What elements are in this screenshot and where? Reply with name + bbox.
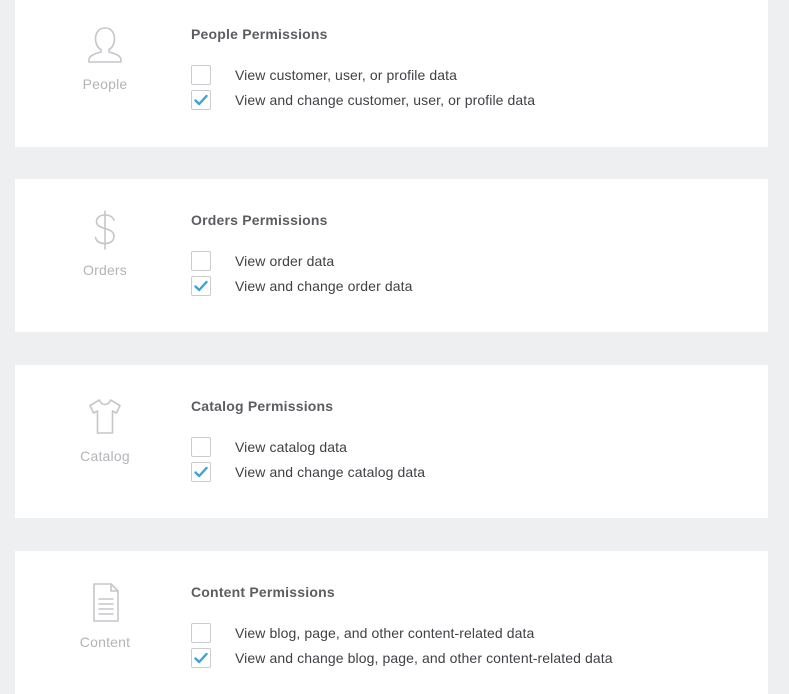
permission-label: View and change catalog data	[235, 464, 426, 480]
content-permissions-card: Content Content Permissions View blog, p…	[15, 551, 768, 694]
people-permissions-title: People Permissions	[191, 26, 328, 42]
person-icon	[85, 22, 125, 66]
permission-label: View and change customer, user, or profi…	[235, 92, 536, 108]
checkmark-icon	[194, 280, 208, 292]
permission-checkbox[interactable]	[191, 437, 211, 457]
permission-checkbox[interactable]	[191, 623, 211, 643]
permission-label: View blog, page, and other content-relat…	[235, 625, 535, 641]
content-permissions-title: Content Permissions	[191, 584, 335, 600]
permission-row[interactable]: View customer, user, or profile data	[191, 64, 457, 86]
catalog-permissions-card: Catalog Catalog Permissions View catalog…	[15, 365, 768, 518]
checkmark-icon	[194, 466, 208, 478]
permission-checkbox[interactable]	[191, 462, 211, 482]
permission-row[interactable]: View and change blog, page, and other co…	[191, 647, 613, 669]
permission-row[interactable]: View and change customer, user, or profi…	[191, 89, 535, 111]
permission-checkbox[interactable]	[191, 65, 211, 85]
permission-label: View order data	[235, 253, 335, 269]
checkmark-icon	[194, 94, 208, 106]
permission-label: View catalog data	[235, 439, 347, 455]
content-icon-label: Content	[79, 634, 131, 650]
checkmark-icon	[194, 652, 208, 664]
document-icon	[85, 580, 125, 624]
permission-row[interactable]: View blog, page, and other content-relat…	[191, 622, 534, 644]
dollar-icon	[85, 208, 125, 252]
people-permissions-card: People People Permissions View customer,…	[15, 0, 768, 147]
catalog-icon-label: Catalog	[80, 448, 130, 464]
orders-permissions-title: Orders Permissions	[191, 212, 328, 228]
permission-row[interactable]: View and change catalog data	[191, 461, 425, 483]
permission-row[interactable]: View and change order data	[191, 275, 412, 297]
permission-row[interactable]: View catalog data	[191, 436, 347, 458]
permission-checkbox[interactable]	[191, 90, 211, 110]
catalog-permissions-title: Catalog Permissions	[191, 398, 334, 414]
people-icon-label: People	[82, 76, 128, 92]
tshirt-icon	[85, 394, 125, 438]
orders-icon-label: Orders	[83, 262, 127, 278]
permission-checkbox[interactable]	[191, 276, 211, 296]
permission-checkbox[interactable]	[191, 648, 211, 668]
permissions-page: People People Permissions View customer,…	[0, 0, 789, 694]
permission-label: View and change order data	[235, 278, 413, 294]
permission-checkbox[interactable]	[191, 251, 211, 271]
permission-label: View customer, user, or profile data	[235, 67, 458, 83]
orders-permissions-card: Orders Orders Permissions View order dat…	[15, 179, 768, 332]
permission-row[interactable]: View order data	[191, 250, 334, 272]
permission-label: View and change blog, page, and other co…	[235, 650, 613, 666]
